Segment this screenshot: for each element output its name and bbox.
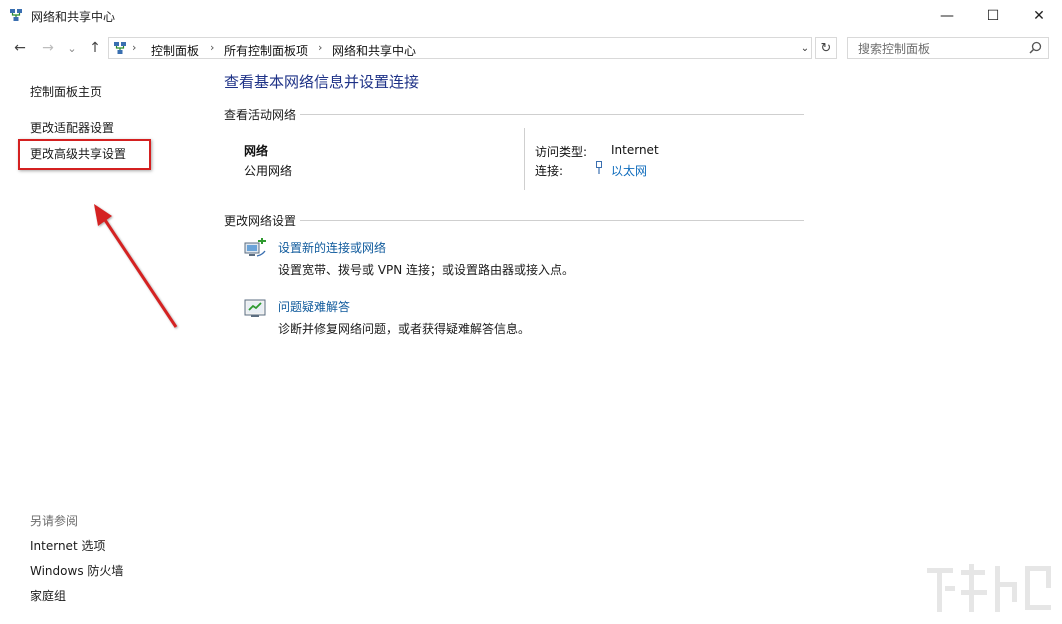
network-name: 网络 [244, 142, 268, 159]
connection-label: 连接: [535, 162, 563, 179]
page-title: 查看基本网络信息并设置连接 [224, 71, 419, 92]
troubleshoot-icon [243, 297, 267, 319]
troubleshoot-link[interactable]: 问题疑难解答 [278, 298, 350, 315]
setup-connection-description: 设置宽带、拨号或 VPN 连接；或设置路由器或接入点。 [278, 261, 574, 278]
setup-connection-link[interactable]: 设置新的连接或网络 [278, 239, 386, 256]
change-settings-heading: 更改网络设置 [224, 212, 296, 229]
section-divider [300, 114, 804, 115]
vertical-divider [524, 128, 525, 190]
new-connection-icon [243, 237, 267, 259]
access-type-value: Internet [611, 143, 659, 157]
watermark-logo [925, 560, 1055, 620]
ethernet-icon [595, 161, 603, 175]
troubleshoot-description: 诊断并修复网络问题，或者获得疑难解答信息。 [278, 320, 530, 337]
access-type-label: 访问类型: [535, 143, 587, 160]
active-networks-heading: 查看活动网络 [224, 106, 296, 123]
ethernet-connection-link[interactable]: 以太网 [611, 162, 647, 179]
network-type: 公用网络 [244, 162, 292, 179]
section-divider [300, 220, 804, 221]
annotation-arrow [0, 0, 1062, 624]
